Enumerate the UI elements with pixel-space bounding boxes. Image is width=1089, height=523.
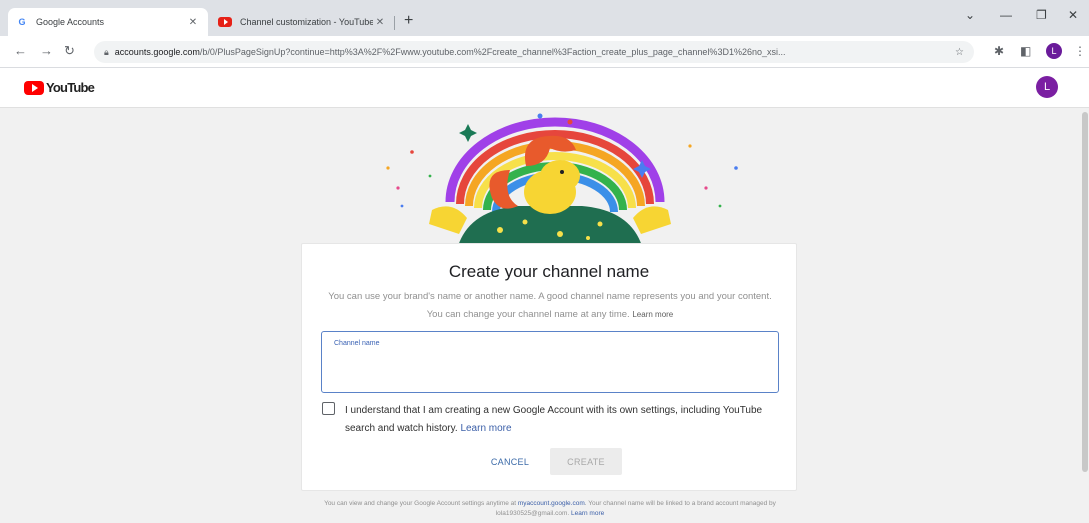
forward-icon[interactable]: → [40, 43, 53, 58]
window-close-icon[interactable]: ✕ [1068, 8, 1078, 22]
checkbox-label[interactable]: I understand that I am creating a new Go… [345, 402, 765, 438]
youtube-play-icon [24, 80, 44, 95]
youtube-icon [218, 17, 232, 27]
tab-separator [394, 16, 395, 30]
google-g-icon: G [18, 17, 26, 27]
reload-icon[interactable]: ↻ [64, 43, 75, 59]
extensions-icon[interactable]: ✱ [994, 44, 1004, 58]
back-icon[interactable]: ← [14, 43, 27, 58]
footer-email: lola1930525@gmail.com [495, 510, 568, 517]
description-text: You can use your brand's name or another… [328, 291, 772, 320]
rainbow-illustration [386, 113, 738, 246]
create-button[interactable]: CREATE [550, 448, 622, 475]
url-domain: accounts.google.com [114, 47, 200, 57]
youtube-header: YouTube L [0, 68, 1089, 108]
youtube-wordmark: YouTube [46, 80, 95, 95]
channel-name-label: Channel name [334, 340, 380, 347]
footer-text-before: You can view and change your Google Acco… [324, 500, 517, 507]
understand-checkbox[interactable] [322, 402, 335, 415]
footer-text-after: Your channel name will be linked to a br… [588, 500, 776, 507]
footer-note: You can view and change your Google Acco… [324, 500, 776, 517]
sidepanel-icon[interactable]: ◧ [1020, 44, 1031, 58]
bookmark-star-icon[interactable]: ☆ [947, 47, 964, 58]
card-description: You can use your brand's name or another… [324, 288, 776, 324]
page-title: Create your channel name [448, 262, 650, 281]
tab-title: Channel customization - YouTube [240, 17, 373, 27]
myaccount-link[interactable]: myaccount.google.com [518, 500, 585, 507]
tab-channel-customization[interactable]: Channel customization - YouTube ✕ [210, 8, 395, 36]
close-icon[interactable]: ✕ [373, 17, 387, 28]
tab-google-accounts[interactable]: G Google Accounts ✕ [8, 8, 208, 36]
youtube-logo[interactable]: YouTube [24, 80, 95, 95]
checkbox-text: I understand that I am creating a new Go… [345, 405, 763, 434]
channel-name-field[interactable]: Channel name [321, 331, 779, 393]
footer-learn-more-link[interactable]: Learn more [571, 510, 604, 517]
url-path: /b/0/PlusPageSignUp?continue=http%3A%2F%… [199, 47, 786, 57]
browser-tabstrip: G Google Accounts ✕ Channel customizatio… [0, 0, 1089, 36]
avatar[interactable]: L [1036, 76, 1058, 98]
checkbox-learn-more-link[interactable]: Learn more [460, 423, 511, 434]
cancel-button[interactable]: CANCEL [480, 449, 540, 475]
new-tab-button[interactable]: + [404, 12, 413, 30]
menu-icon[interactable]: ⋮ [1074, 44, 1086, 58]
lock-icon: 🔒︎ [104, 46, 109, 57]
learn-more-link[interactable]: Learn more [632, 310, 673, 319]
create-channel-card: Create your channel name You can use you… [301, 243, 797, 491]
browser-toolbar: ← → ↻ 🔒︎ accounts.google.com /b/0/PlusPa… [0, 36, 1089, 68]
tab-search-icon[interactable]: ⌄ [965, 8, 975, 22]
address-bar[interactable]: 🔒︎ accounts.google.com /b/0/PlusPageSign… [94, 41, 974, 63]
close-icon[interactable]: ✕ [186, 17, 200, 28]
scrollbar-thumb[interactable] [1082, 112, 1088, 472]
minimize-icon[interactable]: — [1000, 8, 1012, 22]
channel-name-input[interactable] [334, 356, 764, 380]
restore-icon[interactable]: ❐ [1036, 8, 1047, 22]
browser-profile-avatar[interactable]: L [1046, 43, 1062, 59]
tab-title: Google Accounts [36, 17, 105, 27]
